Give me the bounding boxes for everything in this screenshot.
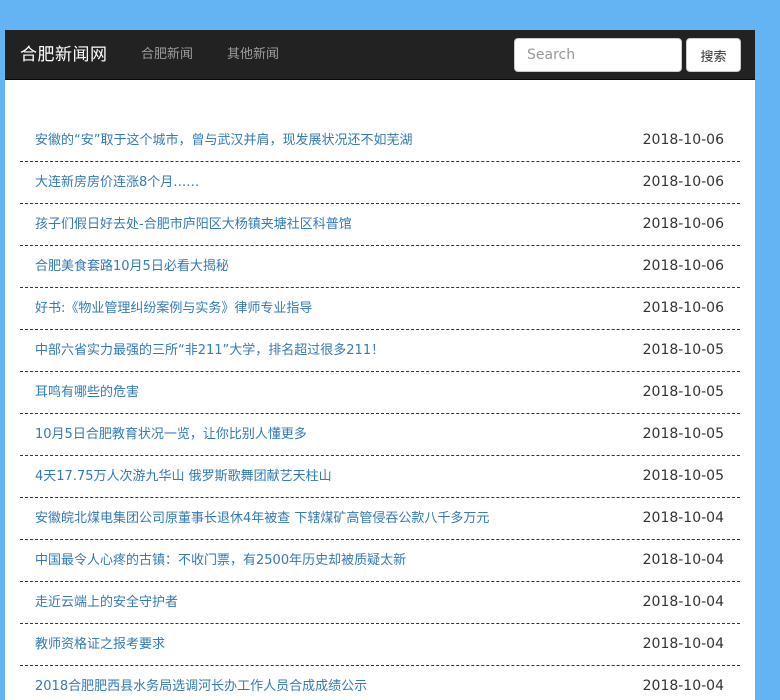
news-title-link[interactable]: 耳鸣有哪些的危害 [35,372,139,413]
news-date: 2018-10-05 [642,342,724,358]
news-title-link[interactable]: 大连新房房价连涨8个月…… [35,162,199,203]
news-row: 2018合肥肥西县水务局选调河长办工作人员合成成绩公示 2018-10-04 [20,666,740,700]
news-row: 中部六省实力最强的三所“非211”大学，排名超过很多211！ 2018-10-05 [20,330,740,372]
news-date: 2018-10-05 [642,426,724,442]
news-date: 2018-10-04 [642,636,724,652]
news-title-link[interactable]: 安徽的“安”取于这个城市，曾与武汉并肩，现发展状况还不如芜湖 [35,120,412,161]
site-brand-link[interactable]: 合肥新闻网 [20,30,108,80]
news-title-link[interactable]: 教师资格证之报考要求 [35,624,165,665]
news-title-link[interactable]: 孩子们假日好去处-合肥市庐阳区大杨镇夹塘社区科普馆 [35,204,352,245]
news-row: 安徽皖北煤电集团公司原董事长退休4年被查 下辖煤矿高管侵吞公款八千多万元 2018… [20,498,740,540]
nav-link-other-news[interactable]: 其他新闻 [227,30,279,80]
news-date: 2018-10-05 [642,468,724,484]
news-row: 大连新房房价连涨8个月…… 2018-10-06 [20,162,740,204]
news-title-link[interactable]: 走近云端上的安全守护者 [35,582,178,623]
search-button[interactable]: 搜索 [686,38,741,72]
news-row: 合肥美食套路10月5日必看大揭秘 2018-10-06 [20,246,740,288]
news-title-link[interactable]: 合肥美食套路10月5日必看大揭秘 [35,246,229,287]
search-input[interactable] [514,38,682,72]
top-navbar: 合肥新闻网 合肥新闻 其他新闻 搜索 [5,30,755,80]
news-date: 2018-10-06 [642,258,724,274]
news-title-link[interactable]: 中部六省实力最强的三所“非211”大学，排名超过很多211！ [35,330,384,371]
news-date: 2018-10-05 [642,384,724,400]
news-title-link[interactable]: 2018合肥肥西县水务局选调河长办工作人员合成成绩公示 [35,666,367,700]
news-row: 耳鸣有哪些的危害 2018-10-05 [20,372,740,414]
news-date: 2018-10-04 [642,594,724,610]
news-row: 走近云端上的安全守护者 2018-10-04 [20,582,740,624]
news-row: 中国最令人心疼的古镇：不收门票，有2500年历史却被质疑太新 2018-10-04 [20,540,740,582]
news-date: 2018-10-06 [642,216,724,232]
news-title-link[interactable]: 安徽皖北煤电集团公司原董事长退休4年被查 下辖煤矿高管侵吞公款八千多万元 [35,498,489,539]
news-title-link[interactable]: 10月5日合肥教育状况一览，让你比别人懂更多 [35,414,307,455]
news-row: 10月5日合肥教育状况一览，让你比别人懂更多 2018-10-05 [20,414,740,456]
news-title-link[interactable]: 好书:《物业管理纠纷案例与实务》律师专业指导 [35,288,312,329]
news-row: 4天17.75万人次游九华山 俄罗斯歌舞团献艺天柱山 2018-10-05 [20,456,740,498]
nav-link-hefei-news[interactable]: 合肥新闻 [141,30,193,80]
news-title-link[interactable]: 中国最令人心疼的古镇：不收门票，有2500年历史却被质疑太新 [35,540,406,581]
news-date: 2018-10-06 [642,300,724,316]
news-date: 2018-10-04 [642,678,724,694]
news-date: 2018-10-04 [642,552,724,568]
page-frame: 合肥新闻网 合肥新闻 其他新闻 搜索 安徽的“安”取于这个城市，曾与武汉并肩，现… [5,30,755,700]
news-row: 安徽的“安”取于这个城市，曾与武汉并肩，现发展状况还不如芜湖 2018-10-06 [20,120,740,162]
news-title-link[interactable]: 4天17.75万人次游九华山 俄罗斯歌舞团献艺天柱山 [35,456,332,497]
news-date: 2018-10-04 [642,510,724,526]
news-date: 2018-10-06 [642,132,724,148]
news-row: 教师资格证之报考要求 2018-10-04 [20,624,740,666]
news-row: 孩子们假日好去处-合肥市庐阳区大杨镇夹塘社区科普馆 2018-10-06 [20,204,740,246]
news-list: 安徽的“安”取于这个城市，曾与武汉并肩，现发展状况还不如芜湖 2018-10-06… [20,120,740,700]
news-date: 2018-10-06 [642,174,724,190]
news-row: 好书:《物业管理纠纷案例与实务》律师专业指导 2018-10-06 [20,288,740,330]
